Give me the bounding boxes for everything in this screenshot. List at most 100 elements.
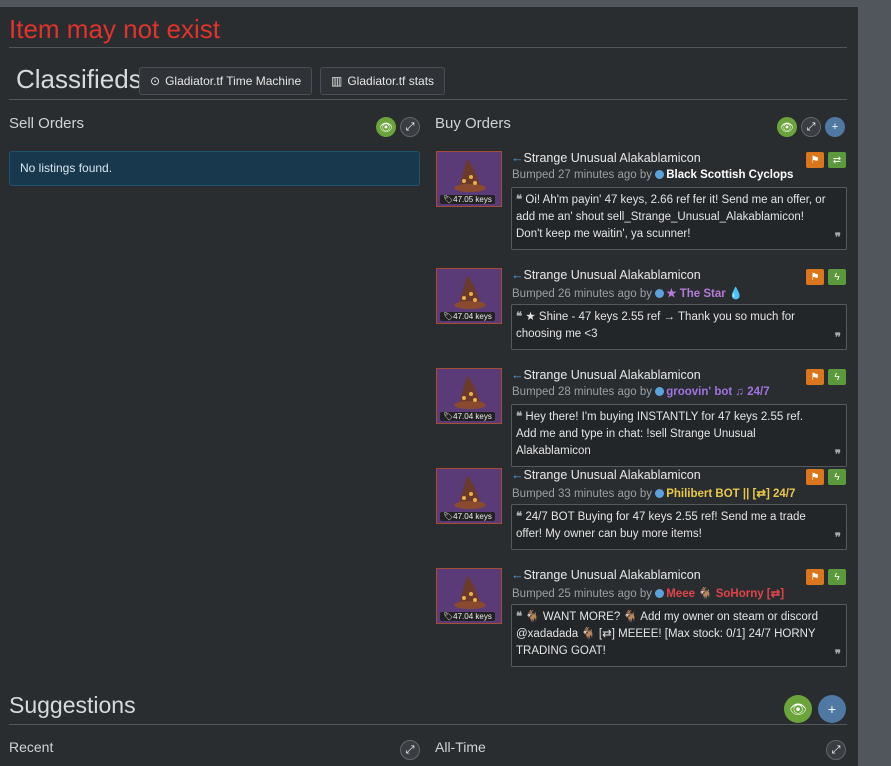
tag-icon: 🏷	[443, 512, 454, 521]
bumped-text: Bumped 26 minutes ago by	[512, 288, 653, 300]
flag-icon[interactable]: ⚑	[806, 269, 824, 285]
quote-close-icon: ❞	[834, 332, 841, 344]
buy-orders-heading: Buy Orders	[435, 115, 511, 132]
price-value: 47.04 keys	[453, 512, 492, 521]
bumped-text: Bumped 25 minutes ago by	[512, 588, 653, 600]
tag-icon: 🏷	[443, 195, 454, 204]
flag-icon[interactable]: ⚑	[806, 569, 824, 585]
listing-message: ❝ Hey there! I'm buying INSTANTLY for 47…	[511, 404, 847, 467]
wizard-hat-icon	[454, 576, 486, 609]
wizard-hat-icon	[454, 276, 486, 309]
lightning-icon[interactable]: ϟ	[828, 369, 846, 385]
message-text: 24/7 BOT Buying for 47 keys 2.55 ref! Se…	[516, 511, 806, 540]
arrow-left-icon: ←	[511, 368, 524, 382]
bar-chart-icon: ▥	[331, 74, 343, 88]
item-thumbnail[interactable]: 🏷47.04 keys	[436, 568, 502, 624]
wizard-hat-icon	[454, 159, 486, 192]
item-warning: Item may not exist	[9, 14, 220, 44]
clock-icon: ⊙	[150, 74, 161, 88]
lightning-icon[interactable]: ϟ	[828, 569, 846, 585]
user-link[interactable]: groovin' bot ♫ 24/7	[666, 386, 769, 398]
item-thumbnail[interactable]: 🏷47.05 keys	[436, 151, 502, 207]
no-listings-alert: No listings found.	[9, 151, 420, 186]
wizard-hat-icon	[454, 476, 486, 509]
quote-open-icon: ❝	[516, 194, 526, 206]
suggestions-title: Suggestions	[9, 692, 136, 718]
lightning-icon[interactable]: ϟ	[828, 469, 846, 485]
message-text: 🐐 WANT MORE? 🐐 Add my owner on steam or …	[516, 611, 818, 657]
arrow-left-icon: ←	[511, 268, 524, 282]
lightning-icon[interactable]: ϟ	[828, 269, 846, 285]
classifieds-title: Classifieds	[16, 64, 142, 94]
item-thumbnail[interactable]: 🏷47.04 keys	[436, 468, 502, 524]
status-dot-icon	[655, 489, 665, 498]
add-suggestion-icon[interactable]: +	[818, 695, 846, 723]
trade-icon[interactable]: ⇄	[828, 152, 846, 168]
eye-toggle-icon[interactable]: 👁	[784, 695, 812, 723]
price-value: 47.04 keys	[453, 412, 492, 421]
status-dot-icon	[655, 170, 665, 179]
price-tag: 🏷47.04 keys	[440, 312, 495, 321]
quote-open-icon: ❝	[516, 311, 526, 323]
listing-message: ❝ Oi! Ah'm payin' 47 keys, 2.66 ref fer …	[511, 187, 847, 250]
item-name-link[interactable]: ←Strange Unusual Alakablamicon	[511, 468, 701, 482]
divider	[9, 724, 847, 725]
expand-icon[interactable]: ⤢	[801, 117, 821, 137]
item-name: Strange Unusual Alakablamicon	[523, 151, 701, 165]
quote-close-icon: ❞	[834, 649, 841, 661]
quote-close-icon: ❞	[834, 232, 841, 244]
user-link[interactable]: Meee 🐐 SoHorny [⇄]	[666, 588, 784, 600]
stats-label: Gladiator.tf stats	[347, 74, 435, 88]
user-link[interactable]: Philibert BOT || [⇄] 24/7	[666, 488, 795, 500]
tag-icon: 🏷	[443, 612, 454, 621]
eye-toggle-icon[interactable]: 👁	[777, 117, 797, 137]
bumped-info: Bumped 27 minutes ago by Black Scottish …	[512, 169, 793, 181]
item-name-link[interactable]: ←Strange Unusual Alakablamicon	[511, 368, 701, 382]
item-name-link[interactable]: ←Strange Unusual Alakablamicon	[511, 568, 701, 582]
item-name: Strange Unusual Alakablamicon	[523, 268, 701, 282]
item-name: Strange Unusual Alakablamicon	[523, 368, 701, 382]
flag-icon[interactable]: ⚑	[806, 369, 824, 385]
item-name: Strange Unusual Alakablamicon	[523, 568, 701, 582]
price-tag: 🏷47.04 keys	[440, 412, 495, 421]
quote-open-icon: ❝	[516, 411, 526, 423]
divider	[9, 47, 847, 48]
item-thumbnail[interactable]: 🏷47.04 keys	[436, 368, 502, 424]
expand-icon[interactable]: ⤢	[400, 740, 420, 760]
item-name-link[interactable]: ←Strange Unusual Alakablamicon	[511, 268, 701, 282]
flag-icon[interactable]: ⚑	[806, 152, 824, 168]
expand-icon[interactable]: ⤢	[826, 740, 846, 760]
item-name-link[interactable]: ←Strange Unusual Alakablamicon	[511, 151, 701, 165]
price-value: 47.04 keys	[453, 312, 492, 321]
buy-listing: 🏷47.05 keys ←Strange Unusual Alakablamic…	[436, 151, 848, 253]
user-link[interactable]: Black Scottish Cyclops	[666, 169, 793, 181]
price-value: 47.04 keys	[453, 612, 492, 621]
price-tag: 🏷47.04 keys	[440, 612, 495, 621]
bumped-info: Bumped 28 minutes ago by groovin' bot ♫ …	[512, 386, 770, 398]
all-time-heading: All-Time	[435, 739, 486, 755]
status-dot-icon	[655, 589, 665, 598]
bumped-text: Bumped 27 minutes ago by	[512, 169, 653, 181]
message-text: Oi! Ah'm payin' 47 keys, 2.66 ref fer it…	[516, 194, 826, 240]
time-machine-button[interactable]: ⊙ Gladiator.tf Time Machine	[139, 67, 313, 95]
bumped-text: Bumped 33 minutes ago by	[512, 488, 653, 500]
eye-toggle-icon[interactable]: 👁	[376, 117, 396, 137]
item-name: Strange Unusual Alakablamicon	[523, 468, 701, 482]
item-thumbnail[interactable]: 🏷47.04 keys	[436, 268, 502, 324]
flag-icon[interactable]: ⚑	[806, 469, 824, 485]
expand-icon[interactable]: ⤢	[400, 117, 420, 137]
price-tag: 🏷47.05 keys	[440, 195, 495, 204]
buy-listing: 🏷47.04 keys ←Strange Unusual Alakablamic…	[436, 568, 848, 670]
message-text: Hey there! I'm buying INSTANTLY for 47 k…	[516, 411, 804, 457]
stats-button[interactable]: ▥ Gladiator.tf stats	[320, 67, 446, 95]
tag-icon: 🏷	[443, 312, 454, 321]
add-listing-icon[interactable]: +	[825, 117, 845, 137]
user-link[interactable]: ★ The Star 💧	[666, 288, 743, 300]
buy-listing: 🏷47.04 keys ←Strange Unusual Alakablamic…	[436, 368, 848, 470]
buy-listing: 🏷47.04 keys ←Strange Unusual Alakablamic…	[436, 268, 848, 370]
listing-message: ❝ 🐐 WANT MORE? 🐐 Add my owner on steam o…	[511, 604, 847, 667]
time-machine-label: Gladiator.tf Time Machine	[165, 74, 302, 88]
quote-close-icon: ❞	[834, 532, 841, 544]
divider	[9, 99, 847, 100]
sell-orders-heading: Sell Orders	[9, 115, 85, 132]
